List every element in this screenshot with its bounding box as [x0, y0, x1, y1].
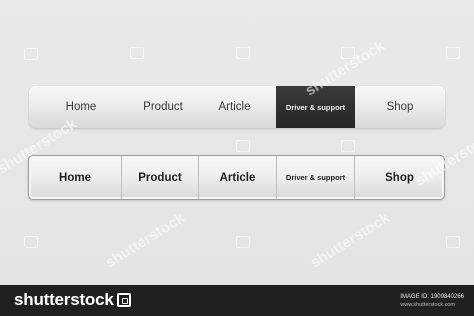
nav2-item-article[interactable]: Article	[199, 156, 277, 199]
watermark-text: shutterstock	[307, 209, 393, 272]
image-id-label: IMAGE ID: 1909840266	[400, 294, 464, 300]
nav2-item-shop[interactable]: Shop	[355, 156, 444, 199]
watermark-icon	[446, 47, 460, 59]
image-id-block: IMAGE ID: 1909840266 www.shutterstock.co…	[400, 293, 464, 309]
nav1-item-article[interactable]: Article	[193, 86, 276, 128]
nav-bar-outlined: Home Product Article Driver & support Sh…	[28, 155, 445, 200]
nav1-item-home[interactable]: Home	[29, 86, 133, 128]
nav1-item-shop[interactable]: Shop	[355, 86, 445, 128]
watermark-icon	[130, 47, 144, 59]
watermark-icon	[24, 48, 38, 60]
watermark-icon	[236, 47, 250, 59]
watermark-icon	[341, 47, 355, 59]
nav2-item-product[interactable]: Product	[122, 156, 199, 199]
nav-bar-flat: Home Product Article Driver & support Sh…	[29, 86, 445, 128]
watermark-icon	[236, 236, 250, 248]
watermark-text: shutterstock	[102, 209, 188, 272]
brand-name: shutterstock	[14, 290, 114, 309]
footer-bar: shutterstock IMAGE ID: 1909840266 www.sh…	[0, 285, 474, 316]
brand-logo: shutterstock	[14, 290, 131, 310]
nav2-item-home[interactable]: Home	[29, 156, 122, 199]
nav1-item-product[interactable]: Product	[133, 86, 193, 128]
canvas: Home Product Article Driver & support Sh…	[0, 0, 474, 285]
nav1-item-driver-support[interactable]: Driver & support	[276, 86, 355, 128]
watermark-icon	[24, 236, 38, 248]
watermark-icon	[236, 140, 250, 152]
logo-icon	[116, 293, 131, 307]
watermark-icon	[341, 140, 355, 152]
site-url: www.shutterstock.com	[400, 302, 455, 308]
nav2-item-driver-support[interactable]: Driver & support	[277, 156, 355, 199]
watermark-icon	[446, 236, 460, 248]
